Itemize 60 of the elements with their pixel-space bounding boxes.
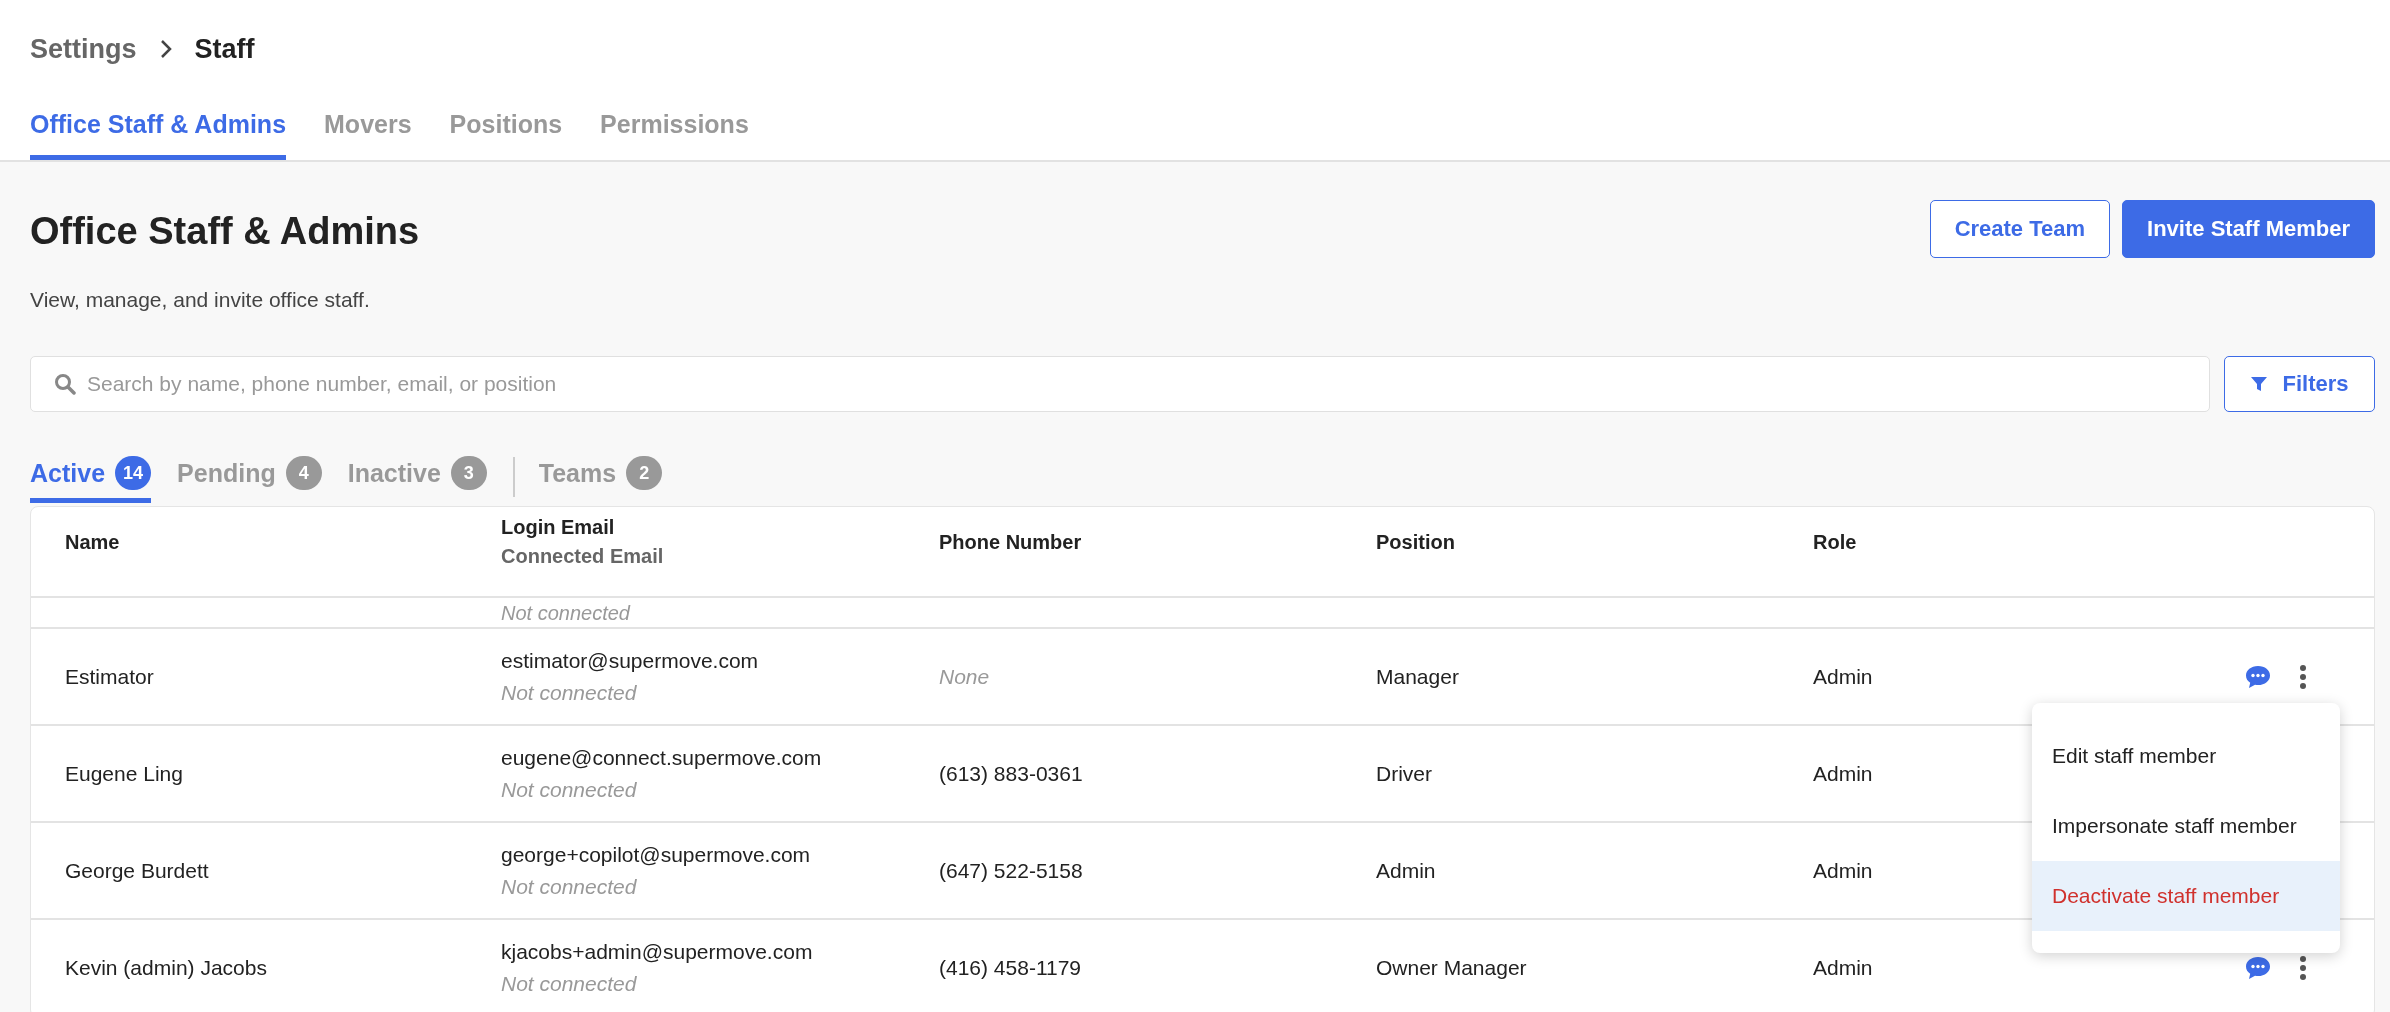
menu-item[interactable]: Impersonate staff member xyxy=(2032,791,2340,861)
menu-item[interactable]: Edit staff member xyxy=(2032,721,2340,791)
phone-cell: (416) 458-1179 xyxy=(939,955,1082,979)
position-cell: Owner Manager xyxy=(1376,955,1527,979)
role-cell: Admin xyxy=(1813,761,1873,785)
column-header: Role xyxy=(1813,530,1857,553)
chevron-right-icon xyxy=(158,38,173,60)
position-cell: Admin xyxy=(1376,858,1436,882)
chat-icon[interactable] xyxy=(2244,663,2272,690)
column-subheader: Connected Email xyxy=(501,545,665,569)
page-title: Office Staff & Admins xyxy=(30,210,420,253)
connected-email-cell-text: Not connected xyxy=(501,874,638,899)
count-badge: 4 xyxy=(285,456,322,490)
column-header: Phone Number xyxy=(939,530,1082,553)
connected-email-cell-text: Not connected xyxy=(501,971,638,996)
role-cell: Admin xyxy=(1813,955,1873,979)
tab[interactable]: Positions xyxy=(449,98,563,160)
phone-cell: (647) 522-5158 xyxy=(939,858,1083,882)
login-email-cell-text: estimator@supermove.com xyxy=(501,648,760,673)
name-cell: Estimator xyxy=(65,664,154,688)
column-header: Name xyxy=(65,530,120,553)
role-cell: Admin xyxy=(1813,664,1873,688)
filter-icon xyxy=(2250,375,2269,393)
page-subtitle: View, manage, and invite office staff. xyxy=(30,288,371,312)
position-cell: Driver xyxy=(1376,761,1432,785)
status-tab[interactable]: Inactive 3 xyxy=(347,450,487,503)
breadcrumb-link[interactable]: Settings xyxy=(30,33,137,65)
tab[interactable]: Office Staff & Admins xyxy=(30,98,287,160)
column-header: Login Email xyxy=(501,516,616,540)
search-field[interactable]: Search by name, phone number, email, or position xyxy=(30,356,2210,412)
search-icon xyxy=(54,373,76,395)
status-tab[interactable]: Teams 2 xyxy=(538,450,663,503)
name-cell: Eugene Ling xyxy=(65,761,183,785)
column-header: Position xyxy=(1376,530,1455,553)
count-badge: 14 xyxy=(115,456,152,490)
count-badge: 2 xyxy=(626,456,663,490)
role-cell: Admin xyxy=(1813,858,1873,882)
tab[interactable]: Movers xyxy=(324,98,412,160)
connected-email-cell: Not connected xyxy=(501,601,630,624)
chat-icon[interactable] xyxy=(2244,954,2272,981)
more-options-icon[interactable] xyxy=(2298,954,2308,981)
login-email-cell-text: george+copilot@supermove.com xyxy=(501,842,812,867)
login-email-cell-text: eugene@connect.supermove.com xyxy=(501,745,823,770)
name-cell: Kevin (admin) Jacobs xyxy=(65,955,267,979)
invite-button[interactable]: Invite Staff Member xyxy=(2122,200,2375,258)
status-tab[interactable]: Pending 4 xyxy=(177,450,322,503)
connected-email-cell-text: Not connected xyxy=(501,777,638,802)
more-options-icon[interactable] xyxy=(2298,663,2308,690)
filters-button[interactable]: Filters xyxy=(2224,356,2375,412)
count-badge: 3 xyxy=(450,456,487,490)
tab[interactable]: Permissions xyxy=(600,98,749,160)
phone-cell: (613) 883-0361 xyxy=(939,761,1083,785)
login-email-cell-text: kjacobs+admin@supermove.com xyxy=(501,939,814,964)
create-button[interactable]: Create Team xyxy=(1929,200,2111,258)
name-cell: George Burdett xyxy=(65,858,209,882)
connected-email-cell-text: Not connected xyxy=(501,680,638,705)
breadcrumb-current: Staff xyxy=(194,33,255,65)
position-cell: Manager xyxy=(1376,664,1459,688)
phone-cell: None xyxy=(939,664,990,688)
menu-item[interactable]: Deactivate staff member xyxy=(2032,861,2340,931)
